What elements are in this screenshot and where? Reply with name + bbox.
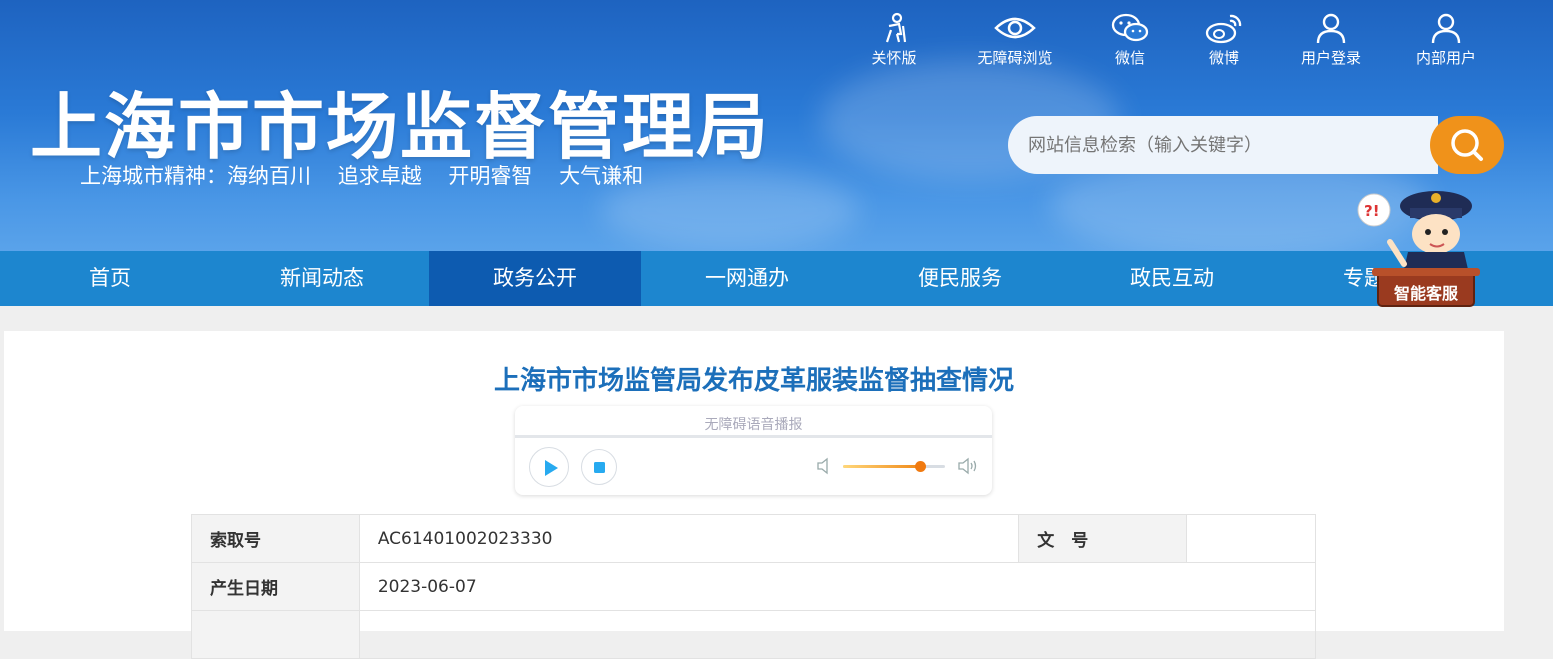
- volume-knob[interactable]: [914, 461, 926, 472]
- document-number-label: 文 号: [1018, 514, 1188, 563]
- top-links: 关怀版 无障碍浏览 微信 微博 用户登录 内部用户: [0, 12, 1553, 72]
- accessibility-link[interactable]: 无障碍浏览: [965, 12, 1065, 68]
- elder-care-label: 关怀版: [871, 49, 917, 67]
- user-login-label: 用户登录: [1300, 49, 1361, 67]
- site-title[interactable]: 上海市市场监督管理局: [30, 68, 770, 173]
- article-title: 上海市市场监管局发布皮革服装监督抽查情况: [493, 366, 1014, 396]
- empty-value-cell: [358, 610, 1317, 659]
- elder-care-link[interactable]: 关怀版: [844, 12, 944, 68]
- smart-assistant[interactable]: ?! 智能客服: [1352, 182, 1482, 314]
- table-row: 产生日期 2023-06-07: [191, 562, 1317, 611]
- volume-low-icon[interactable]: [815, 456, 833, 476]
- empty-label-cell: [191, 610, 360, 659]
- svg-text:?!: ?!: [1364, 202, 1380, 220]
- wechat-link[interactable]: 微信: [1080, 12, 1180, 68]
- customer-service-robot-icon: ?! 智能客服: [1357, 191, 1480, 307]
- nav-online-service[interactable]: 一网通办: [641, 251, 853, 306]
- volume-high-icon[interactable]: [956, 456, 980, 476]
- wechat-label: 微信: [1114, 49, 1145, 67]
- user-icon: [1431, 13, 1461, 44]
- internal-user-link[interactable]: 内部用户: [1396, 12, 1496, 68]
- assistant-label: 智能客服: [1394, 284, 1459, 303]
- date-label: 产生日期: [191, 562, 360, 611]
- weibo-label: 微博: [1208, 49, 1239, 67]
- volume-slider[interactable]: [843, 461, 945, 472]
- search-button[interactable]: [1430, 116, 1504, 174]
- search-input[interactable]: [1008, 116, 1438, 174]
- table-row: [191, 610, 1317, 659]
- site-header: 上海市市场监督管理局 上海城市精神：海纳百川 追求卓越 开明睿智 大气谦和 关怀…: [0, 0, 1553, 251]
- nav-news[interactable]: 新闻动态: [216, 251, 428, 306]
- city-slogan: 上海城市精神：海纳百川 追求卓越 开明睿智 大气谦和: [80, 164, 644, 188]
- internal-user-label: 内部用户: [1415, 49, 1476, 67]
- index-number-value: AC61401002023330: [358, 514, 1020, 563]
- elder-care-icon: [885, 12, 907, 43]
- article-meta-table: 索取号 AC61401002023330 文 号 产生日期 2023-06-07: [191, 514, 1317, 659]
- date-value: 2023-06-07: [358, 562, 1317, 611]
- weibo-link[interactable]: 微博: [1174, 12, 1274, 68]
- volume-fill: [843, 465, 920, 468]
- play-button[interactable]: [529, 447, 569, 487]
- eye-icon: [994, 17, 1036, 39]
- player-label: 无障碍语音播报: [704, 417, 803, 433]
- accessibility-label: 无障碍浏览: [977, 49, 1053, 67]
- stop-icon: [594, 462, 605, 473]
- document-number-value: [1186, 514, 1316, 563]
- main-nav: 首页 新闻动态 政务公开 一网通办 便民服务 政民互动 专题: [0, 251, 1553, 306]
- weibo-icon: [1205, 14, 1242, 44]
- stop-button[interactable]: [581, 449, 617, 485]
- audio-player: 无障碍语音播报: [515, 406, 992, 495]
- nav-home[interactable]: 首页: [4, 251, 216, 306]
- table-row: 索取号 AC61401002023330 文 号: [191, 514, 1316, 563]
- nav-interaction[interactable]: 政民互动: [1066, 251, 1278, 306]
- progress-bar[interactable]: [515, 435, 992, 438]
- user-icon: [1316, 13, 1346, 44]
- index-number-label: 索取号: [191, 514, 360, 563]
- wechat-icon: [1111, 13, 1149, 42]
- nav-government-affairs[interactable]: 政务公开: [429, 251, 641, 306]
- search-icon: [1451, 129, 1483, 161]
- user-login-link[interactable]: 用户登录: [1281, 12, 1381, 68]
- play-icon: [545, 460, 558, 476]
- nav-public-service[interactable]: 便民服务: [854, 251, 1066, 306]
